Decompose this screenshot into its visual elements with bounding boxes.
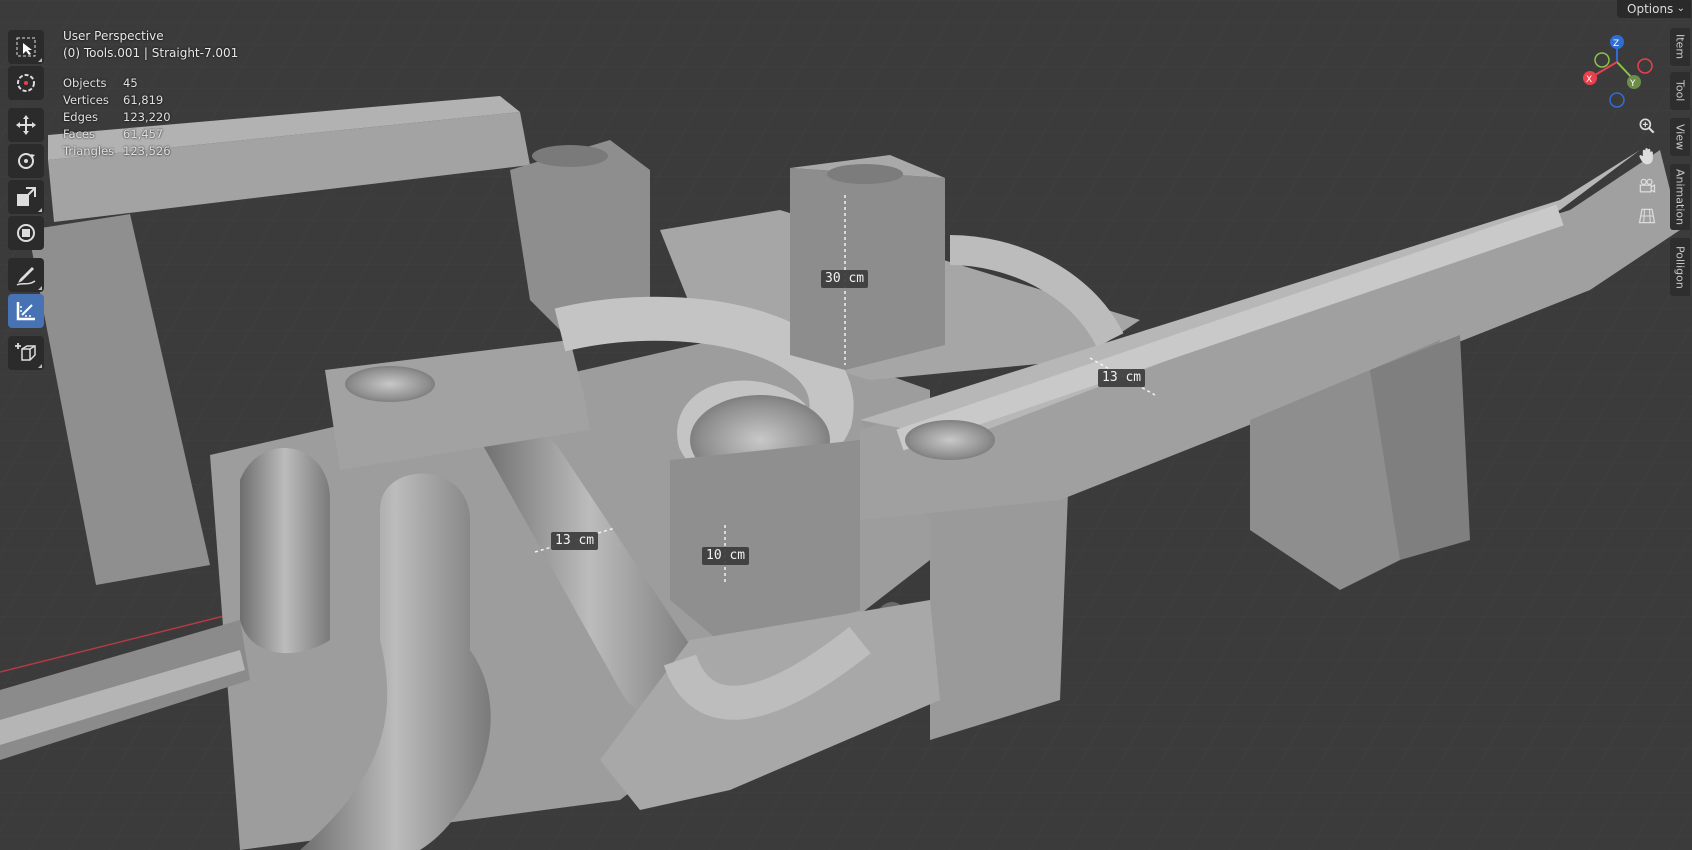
perspective-label: User Perspective — [63, 29, 164, 43]
tab-view[interactable]: View — [1670, 118, 1690, 156]
camera-icon — [1639, 178, 1656, 193]
add-cube-icon — [15, 343, 36, 361]
measure-tool[interactable] — [8, 294, 44, 328]
tab-item-label: Item — [1673, 34, 1687, 60]
gizmo-x-label: X — [1586, 75, 1592, 85]
tab-polligon[interactable]: Polligon — [1670, 238, 1690, 296]
scene-statistics: Objects 45 Vertices 61,819 Edges 123,220 Fa… — [63, 75, 171, 160]
options-dropdown[interactable]: Options ⌄ — [1617, 0, 1691, 18]
tab-tool[interactable]: Tool — [1670, 72, 1690, 110]
tab-polligon-label: Polligon — [1673, 245, 1687, 289]
stat-value: 61,819 — [123, 93, 164, 107]
stat-label: Faces — [63, 127, 95, 141]
gizmo-y-label: Y — [1629, 79, 1636, 89]
stat-row: Triangles 123,526 — [63, 143, 171, 160]
cursor-tool[interactable] — [8, 66, 44, 100]
zoom-button[interactable] — [1632, 112, 1662, 140]
measurement-label-13cm-left: 13 cm — [551, 532, 599, 550]
stat-label: Vertices — [63, 93, 109, 107]
measure-icon — [16, 302, 35, 321]
tab-item[interactable]: Item — [1670, 28, 1690, 66]
stat-value: 123,220 — [123, 110, 171, 124]
pan-button[interactable] — [1632, 142, 1662, 170]
stat-value: 61,457 — [123, 127, 164, 141]
transform-icon — [17, 224, 35, 242]
tab-animation[interactable]: Animation — [1670, 164, 1690, 230]
annotate-tool[interactable] — [8, 258, 44, 292]
pan-hand-icon — [1639, 148, 1653, 165]
stat-row: Faces 61,457 — [63, 126, 171, 143]
cursor-icon — [17, 74, 35, 92]
move-icon — [16, 115, 36, 135]
options-label: Options — [1627, 2, 1674, 16]
3d-viewport[interactable]: Z Y X — [0, 0, 1692, 850]
chevron-down-icon: ⌄ — [1676, 3, 1685, 14]
rotate-tool[interactable] — [8, 144, 44, 178]
viewport-info: User Perspective (0) Tools.001 | Straigh… — [63, 28, 238, 62]
tab-view-label: View — [1673, 123, 1687, 151]
tab-animation-label: Animation — [1673, 168, 1687, 226]
select-box-tool[interactable] — [8, 30, 44, 64]
rotate-icon — [18, 153, 35, 169]
stat-value: 123,526 — [123, 144, 171, 158]
measurement-label-30cm: 30 cm — [821, 270, 869, 288]
select-box-icon — [16, 37, 36, 57]
grid-view-icon — [1638, 208, 1656, 224]
stat-label: Triangles — [63, 144, 115, 158]
gizmo-z-label: Z — [1613, 39, 1619, 49]
object-info: (0) Tools.001 | Straight-7.001 — [63, 46, 239, 60]
measurement-label-10cm: 10 cm — [702, 547, 750, 565]
scale-icon — [17, 187, 36, 206]
measurement-label-13cm-right: 13 cm — [1098, 369, 1146, 387]
annotate-icon — [16, 267, 36, 286]
stat-row: Vertices 61,819 — [63, 92, 171, 109]
scale-tool[interactable] — [8, 180, 44, 214]
zoom-icon — [1639, 118, 1655, 134]
stat-label: Objects — [63, 76, 107, 90]
grid-view-button[interactable] — [1632, 202, 1662, 230]
move-tool[interactable] — [8, 108, 44, 142]
stat-row: Objects 45 — [63, 75, 171, 92]
camera-view-button[interactable] — [1632, 172, 1662, 200]
add-cube-tool[interactable] — [8, 336, 44, 370]
tab-tool-label: Tool — [1673, 80, 1687, 102]
transform-tool[interactable] — [8, 216, 44, 250]
stat-label: Edges — [63, 110, 98, 124]
stat-row: Edges 123,220 — [63, 109, 171, 126]
stat-value: 45 — [123, 76, 138, 90]
